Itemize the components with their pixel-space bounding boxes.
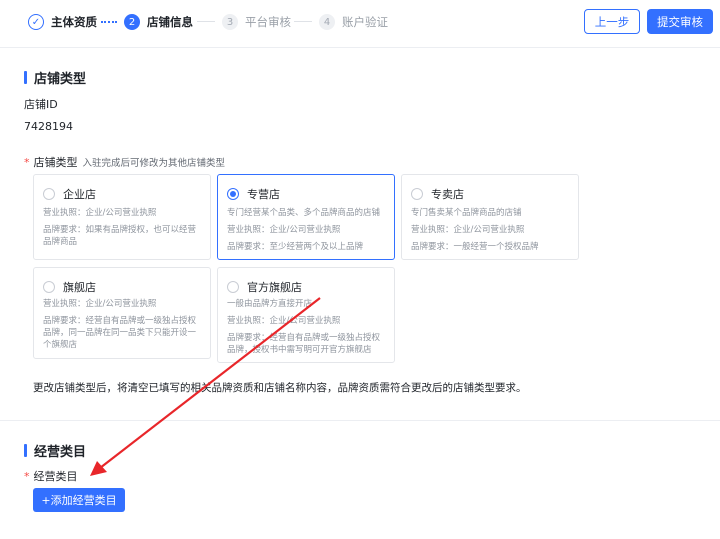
arrow-head: [90, 461, 107, 476]
option-head: 企业店: [43, 186, 96, 202]
required-mark: *: [24, 155, 30, 169]
option-title: 专卖店: [431, 188, 464, 201]
store-type-option-flagship[interactable]: 旗舰店 营业执照：企业/公司营业执照 品牌要求：经营自有品牌或一级独占授权 品牌…: [33, 267, 211, 359]
option-line: 品牌要求：经营自有品牌或一级独占授权: [227, 333, 381, 343]
section-accent-bar: [24, 444, 27, 457]
store-type-label: 店铺类型: [33, 156, 78, 169]
option-line: 品牌商品: [43, 237, 78, 247]
step-2-label: 店铺信息: [147, 15, 193, 29]
store-type-field-label: * 店铺类型 入驻完成后可修改为其他店铺类型: [24, 154, 225, 170]
store-type-option-specialty[interactable]: 专营店 专门经营某个品类、多个品牌商品的店铺 营业执照：企业/公司营业执照 品牌…: [217, 174, 395, 260]
store-id-value: 7428194: [24, 120, 73, 133]
option-line: 品牌，授权书中需写明可开官方旗舰店: [227, 345, 372, 355]
step-connector-3: [294, 21, 312, 22]
store-type-change-notice: 更改店铺类型后，将清空已填写的相关品牌资质和店铺名称内容，品牌资质需符合更改后的…: [33, 382, 527, 394]
option-line: 品牌要求：一般经营一个授权品牌: [411, 242, 539, 252]
option-head: 专营店: [227, 186, 280, 202]
step-4-number: 4: [319, 14, 335, 30]
radio-button[interactable]: [227, 281, 239, 293]
radio-button-selected[interactable]: [227, 188, 239, 200]
category-heading: 经营类目: [34, 445, 87, 460]
store-type-heading: 店铺类型: [34, 72, 87, 87]
option-head: 专卖店: [411, 186, 464, 202]
prev-step-button[interactable]: 上一步: [584, 9, 640, 34]
option-head: 旗舰店: [43, 279, 96, 295]
option-line: 营业执照：企业/公司营业执照: [43, 208, 157, 218]
add-category-button[interactable]: +添加经营类目: [33, 488, 125, 512]
step-1: ✓ 主体资质: [28, 12, 97, 32]
option-line: 专门经营某个品类、多个品牌商品的店铺: [227, 208, 381, 218]
option-line: 个旗舰店: [43, 340, 78, 350]
option-title: 企业店: [63, 188, 96, 201]
step-1-label: 主体资质: [51, 15, 97, 29]
option-line: 品牌要求：如果有品牌授权，也可以经营: [43, 225, 197, 235]
step-2: 2 店铺信息: [124, 12, 193, 32]
option-title: 官方旗舰店: [247, 281, 302, 294]
option-line: 一般由品牌方直接开店: [227, 299, 313, 309]
option-line: 营业执照：企业/公司营业执照: [43, 299, 157, 309]
option-title: 专营店: [247, 188, 280, 201]
option-line: 营业执照：企业/公司营业执照: [227, 316, 341, 326]
option-line: 品牌，同一品牌在同一品类下只能开设一: [43, 328, 197, 338]
check-icon: ✓: [28, 14, 44, 30]
section-divider: [0, 420, 720, 421]
section-accent-bar: [24, 71, 27, 84]
store-type-hint: 入驻完成后可修改为其他店铺类型: [82, 158, 226, 169]
step-3: 3 平台审核: [222, 12, 291, 32]
step-3-number: 3: [222, 14, 238, 30]
store-type-option-exclusive[interactable]: 专卖店 专门售卖某个品牌商品的店铺 营业执照：企业/公司营业执照 品牌要求：一般…: [401, 174, 579, 260]
category-section-title: 经营类目: [24, 441, 86, 460]
radio-button[interactable]: [43, 281, 55, 293]
store-type-option-enterprise[interactable]: 企业店 营业执照：企业/公司营业执照 品牌要求：如果有品牌授权，也可以经营 品牌…: [33, 174, 211, 260]
option-head: 官方旗舰店: [227, 279, 302, 295]
category-field-label: * 经营类目: [24, 468, 78, 484]
store-type-option-official-flagship[interactable]: 官方旗舰店 一般由品牌方直接开店 营业执照：企业/公司营业执照 品牌要求：经营自…: [217, 267, 395, 363]
option-line: 营业执照：企业/公司营业执照: [411, 225, 525, 235]
step-connector-2: [197, 21, 215, 22]
radio-button[interactable]: [43, 188, 55, 200]
store-type-section-title: 店铺类型: [24, 68, 86, 87]
store-id-label: 店铺ID: [24, 98, 58, 111]
option-title: 旗舰店: [63, 281, 96, 294]
step-connector-1: [101, 21, 117, 23]
step-2-number: 2: [124, 14, 140, 30]
option-line: 营业执照：企业/公司营业执照: [227, 225, 341, 235]
option-line: 品牌要求：至少经营两个及以上品牌: [227, 242, 364, 252]
step-header: ✓ 主体资质 2 店铺信息 3 平台审核 4 账户验证 上一步 提交审核: [0, 0, 720, 48]
required-mark: *: [24, 469, 30, 483]
option-line: 品牌要求：经营自有品牌或一级独占授权: [43, 316, 197, 326]
step-4-label: 账户验证: [342, 15, 388, 29]
option-line: 专门售卖某个品牌商品的店铺: [411, 208, 522, 218]
radio-button[interactable]: [411, 188, 423, 200]
step-3-label: 平台审核: [245, 15, 291, 29]
category-label: 经营类目: [33, 470, 78, 483]
submit-review-button[interactable]: 提交审核: [647, 9, 713, 34]
step-4: 4 账户验证: [319, 12, 388, 32]
